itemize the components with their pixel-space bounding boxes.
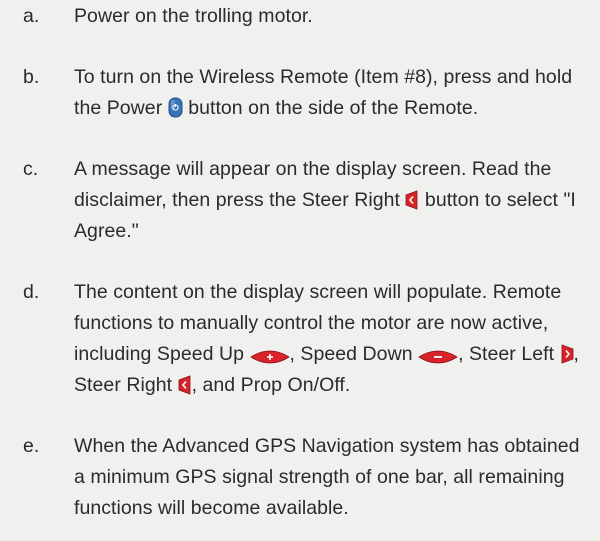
step-e-text: When the Advanced GPS Navigation system … (74, 435, 580, 519)
step-marker: d. (23, 281, 40, 303)
step-text: When the Advanced GPS Navigation system … (74, 431, 580, 524)
steer-right-icon (405, 190, 419, 210)
step-marker: e. (23, 435, 40, 457)
step-b: b. To turn on the Wireless Remote (Item … (23, 62, 580, 124)
step-marker: b. (23, 66, 40, 88)
step-d-text-3: , Steer Left (458, 343, 555, 365)
step-marker: c. (23, 158, 39, 180)
step-b-text-after: button on the side of the Remote. (188, 97, 479, 119)
step-text: The content on the display screen will p… (74, 277, 580, 401)
step-a-text: Power on the trolling motor. (74, 5, 313, 27)
steer-right-icon (178, 375, 192, 395)
step-d-text-2: , Speed Down (289, 343, 413, 365)
step-text: To turn on the Wireless Remote (Item #8)… (74, 62, 580, 124)
step-text: A message will appear on the display scr… (74, 154, 580, 247)
power-button-icon (168, 97, 183, 118)
speed-down-icon (418, 350, 458, 364)
speed-up-icon (249, 350, 290, 364)
step-d-text-5: , and Prop On/Off. (191, 374, 351, 396)
step-a: a. Power on the trolling motor. (23, 1, 580, 32)
step-d: d. The content on the display screen wil… (23, 277, 580, 401)
step-e: e. When the Advanced GPS Navigation syst… (23, 431, 580, 524)
steer-left-icon (560, 344, 574, 364)
step-c: c. A message will appear on the display … (23, 154, 580, 247)
step-marker: a. (23, 5, 40, 27)
instruction-list: a. Power on the trolling motor. b. To tu… (0, 0, 600, 541)
step-text: Power on the trolling motor. (74, 1, 580, 32)
